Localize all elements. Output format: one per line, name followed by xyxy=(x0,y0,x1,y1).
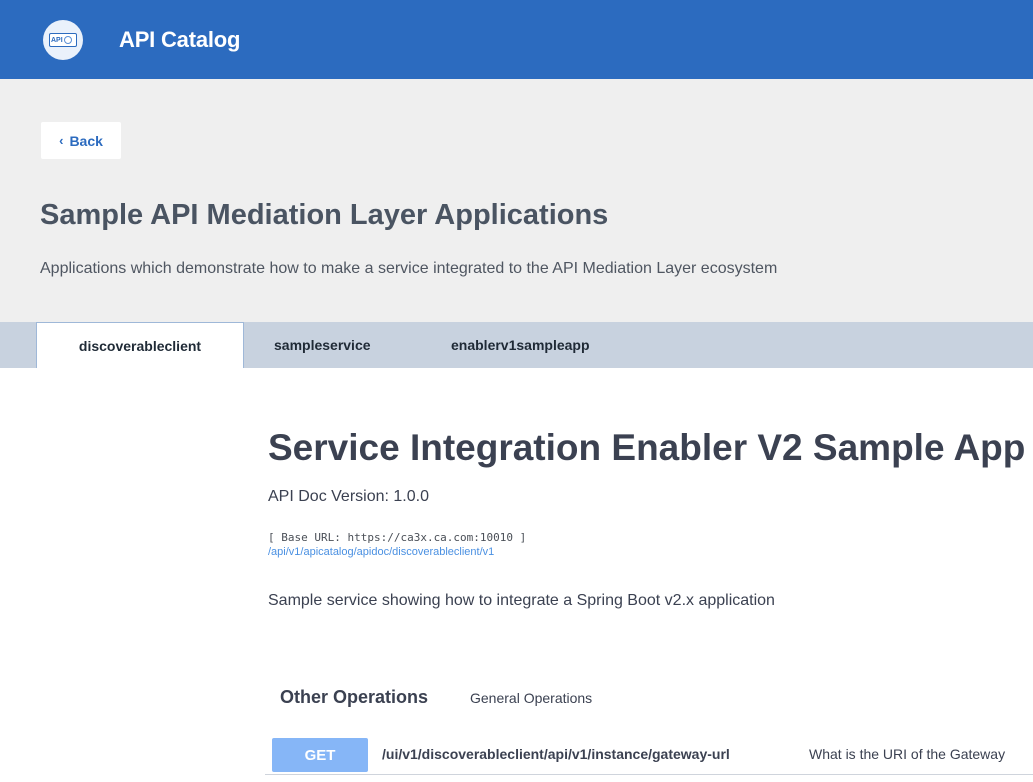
tab-enablerv1sampleapp[interactable]: enablerv1sampleapp xyxy=(451,322,590,368)
base-url: [ Base URL: https://ca3x.ca.com:10010 ] xyxy=(268,531,527,544)
get-method-badge[interactable]: GET xyxy=(272,738,368,772)
network-icon xyxy=(63,36,72,44)
operation-path[interactable]: /ui/v1/discoverableclient/api/v1/instanc… xyxy=(382,746,730,762)
top-bar: API API Catalog xyxy=(0,0,1033,79)
app-title[interactable]: API Catalog xyxy=(119,29,240,51)
tab-sampleservice[interactable]: sampleservice xyxy=(274,322,371,368)
catalog-title: Sample API Mediation Layer Applications xyxy=(40,199,609,231)
api-doc-version: API Doc Version: 1.0.0 xyxy=(268,488,429,505)
logo-badge: API xyxy=(49,33,77,47)
service-title: Service Integration Enabler V2 Sample Ap… xyxy=(268,427,1026,468)
operations-section-subtitle: General Operations xyxy=(470,690,593,706)
back-button[interactable]: ‹ Back xyxy=(41,122,121,159)
back-label: Back xyxy=(69,132,103,149)
service-description: Sample service showing how to integrate … xyxy=(268,592,775,609)
api-catalog-logo-icon[interactable]: API xyxy=(43,20,83,60)
chevron-left-icon: ‹ xyxy=(59,133,64,148)
catalog-description: Applications which demonstrate how to ma… xyxy=(40,260,778,277)
tab-discoverableclient[interactable]: discoverableclient xyxy=(36,322,244,368)
api-doc-link[interactable]: /api/v1/apicatalog/apidoc/discoverablecl… xyxy=(268,546,494,558)
operation-summary: What is the URI of the Gateway xyxy=(809,746,1006,762)
logo-text: API xyxy=(51,36,63,44)
operations-section-title[interactable]: Other Operations xyxy=(280,687,428,708)
